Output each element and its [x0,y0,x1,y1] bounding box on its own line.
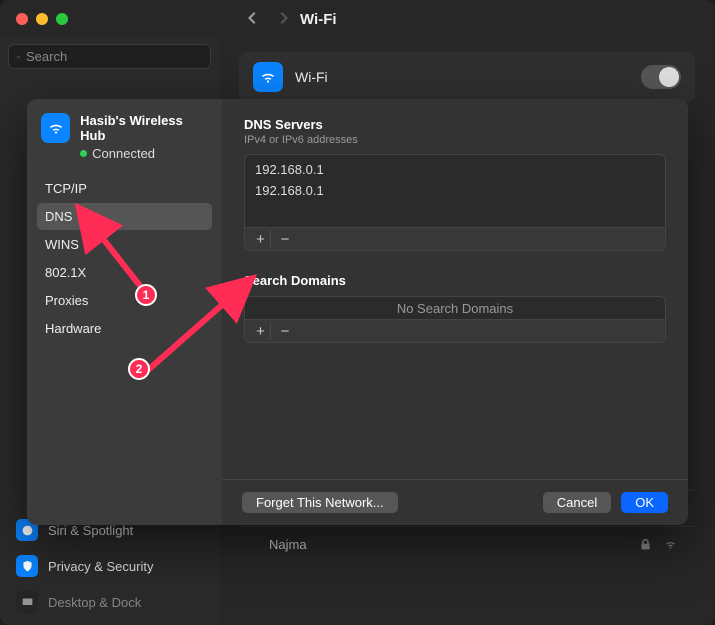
remove-search-domain-button[interactable]: − [275,322,295,340]
forget-network-button[interactable]: Forget This Network... [242,492,398,513]
panel-title: Wi-Fi [300,0,337,38]
sidebar-item-privacy[interactable]: Privacy & Security [8,549,211,583]
wifi-label: Wi-Fi [295,69,328,85]
fullscreen-window-button[interactable] [56,13,68,25]
network-row[interactable]: Najma [239,526,695,562]
window-controls [0,13,68,25]
wifi-signal-icon [664,538,677,551]
dns-section-title: DNS Servers [244,117,666,132]
modal-tab-tcpip[interactable]: TCP/IP [37,175,212,202]
wifi-header: Wi-Fi [239,52,695,102]
add-dns-button[interactable]: + [251,230,271,248]
network-name: Hasib's Wireless Hub [80,113,208,143]
cancel-button[interactable]: Cancel [543,492,611,513]
ok-button[interactable]: OK [621,492,668,513]
sidebar-item-desktop[interactable]: Desktop & Dock [8,585,211,619]
modal-sidebar: Hasib's Wireless Hub Connected TCP/IPDNS… [27,99,222,525]
search-domains-title: Search Domains [244,273,666,288]
wifi-toggle[interactable] [641,65,681,89]
remove-dns-button[interactable]: − [275,230,295,248]
dns-panel: DNS Servers IPv4 or IPv6 addresses 192.1… [222,99,688,479]
connection-status: Connected [80,146,208,161]
search-input[interactable] [26,49,202,64]
close-window-button[interactable] [16,13,28,25]
search-domains-empty: No Search Domains [245,297,665,319]
wifi-icon [253,62,283,92]
sidebar-item-label: Desktop & Dock [48,595,141,610]
search-domains-list: No Search Domains + − [244,296,666,343]
modal-tab-8021x[interactable]: 802.1X [37,259,212,286]
modal-header: Hasib's Wireless Hub Connected [27,113,222,175]
minimize-window-button[interactable] [36,13,48,25]
forward-button[interactable] [276,11,290,28]
status-dot-icon [80,150,87,157]
modal-tab-proxies[interactable]: Proxies [37,287,212,314]
back-button[interactable] [246,11,260,28]
modal-tab-hardware[interactable]: Hardware [37,315,212,342]
sidebar-item-label: Privacy & Security [48,559,153,574]
wifi-icon [41,113,70,143]
network-name: Najma [269,537,627,552]
titlebar: Wi-Fi [0,0,715,38]
add-search-domain-button[interactable]: + [251,322,271,340]
dns-section-subtitle: IPv4 or IPv6 addresses [244,134,666,146]
modal-tab-dns[interactable]: DNS [37,203,212,230]
dns-server-row[interactable]: 192.168.0.1 [245,180,665,201]
search-icon [17,51,20,63]
desktop-icon [16,591,38,613]
modal-tab-wins[interactable]: WINS [37,231,212,258]
modal-footer: Forget This Network... Cancel OK [222,479,688,525]
dns-servers-list: 192.168.0.1192.168.0.1 + − [244,154,666,251]
lock-icon [639,538,652,551]
privacy-icon [16,555,38,577]
search-field[interactable] [8,44,211,69]
network-settings-modal: Hasib's Wireless Hub Connected TCP/IPDNS… [27,99,688,525]
dns-server-row[interactable]: 192.168.0.1 [245,159,665,180]
